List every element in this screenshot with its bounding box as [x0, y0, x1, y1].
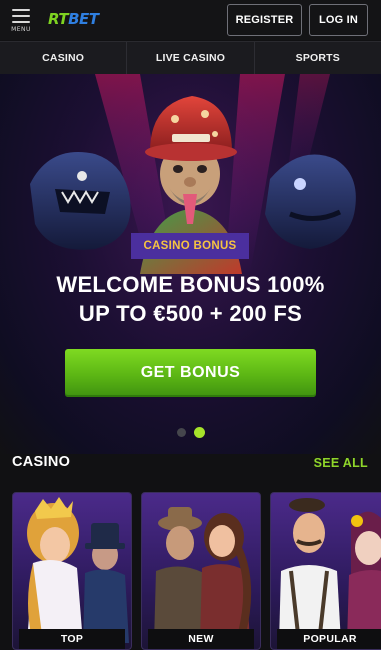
carousel-dots — [0, 427, 381, 440]
carousel-dot-2[interactable] — [193, 427, 205, 438]
top-header: MENU RTBET REGISTER LOG IN — [0, 0, 381, 40]
hero-title-line2: UP TO €500 + 200 FS — [78, 301, 303, 326]
card-new-illustration — [154, 507, 252, 643]
card-top-illustration — [27, 497, 129, 643]
casino-card-popular[interactable]: POPULAR — [270, 492, 381, 650]
brand-logo[interactable]: RTBET — [48, 10, 99, 28]
logo-bet: BET — [68, 10, 99, 28]
hero-title-line1: WELCOME BONUS 100% — [56, 272, 325, 297]
menu-label: MENU — [11, 26, 31, 33]
nav-item-casino[interactable]: CASINO — [0, 42, 128, 74]
menu-button[interactable]: MENU — [8, 6, 34, 34]
hero-banner[interactable]: CASINO BONUS WELCOME BONUS 100% UP TO €5… — [0, 74, 381, 454]
card-label-popular: POPULAR — [277, 629, 381, 649]
casino-section-title: CASINO — [12, 454, 71, 470]
nav-item-sports[interactable]: SPORTS — [255, 42, 381, 74]
casino-card-new[interactable]: NEW — [141, 492, 261, 650]
carousel-dot-1[interactable] — [176, 428, 186, 437]
casino-cards: TOP NEW POPULAR — [12, 492, 381, 650]
bonus-badge: CASINO BONUS — [131, 233, 249, 259]
get-bonus-button[interactable]: GET BONUS — [65, 349, 316, 397]
casino-card-top[interactable]: TOP — [12, 492, 132, 650]
card-label-top: TOP — [19, 629, 125, 649]
register-button[interactable]: REGISTER — [227, 4, 302, 36]
card-popular-illustration — [279, 498, 381, 644]
login-button[interactable]: LOG IN — [309, 4, 368, 36]
card-label-new: NEW — [148, 629, 254, 649]
hero-title: WELCOME BONUS 100% UP TO €500 + 200 FS — [0, 270, 381, 328]
nav-item-live-casino[interactable]: LIVE CASINO — [127, 42, 255, 74]
hamburger-icon — [12, 9, 30, 23]
main-nav: CASINO LIVE CASINO SPORTS — [0, 41, 381, 74]
see-all-link[interactable]: SEE ALL — [314, 456, 368, 470]
logo-rt: RT — [48, 10, 69, 28]
casino-section-header: CASINO SEE ALL — [0, 454, 381, 474]
